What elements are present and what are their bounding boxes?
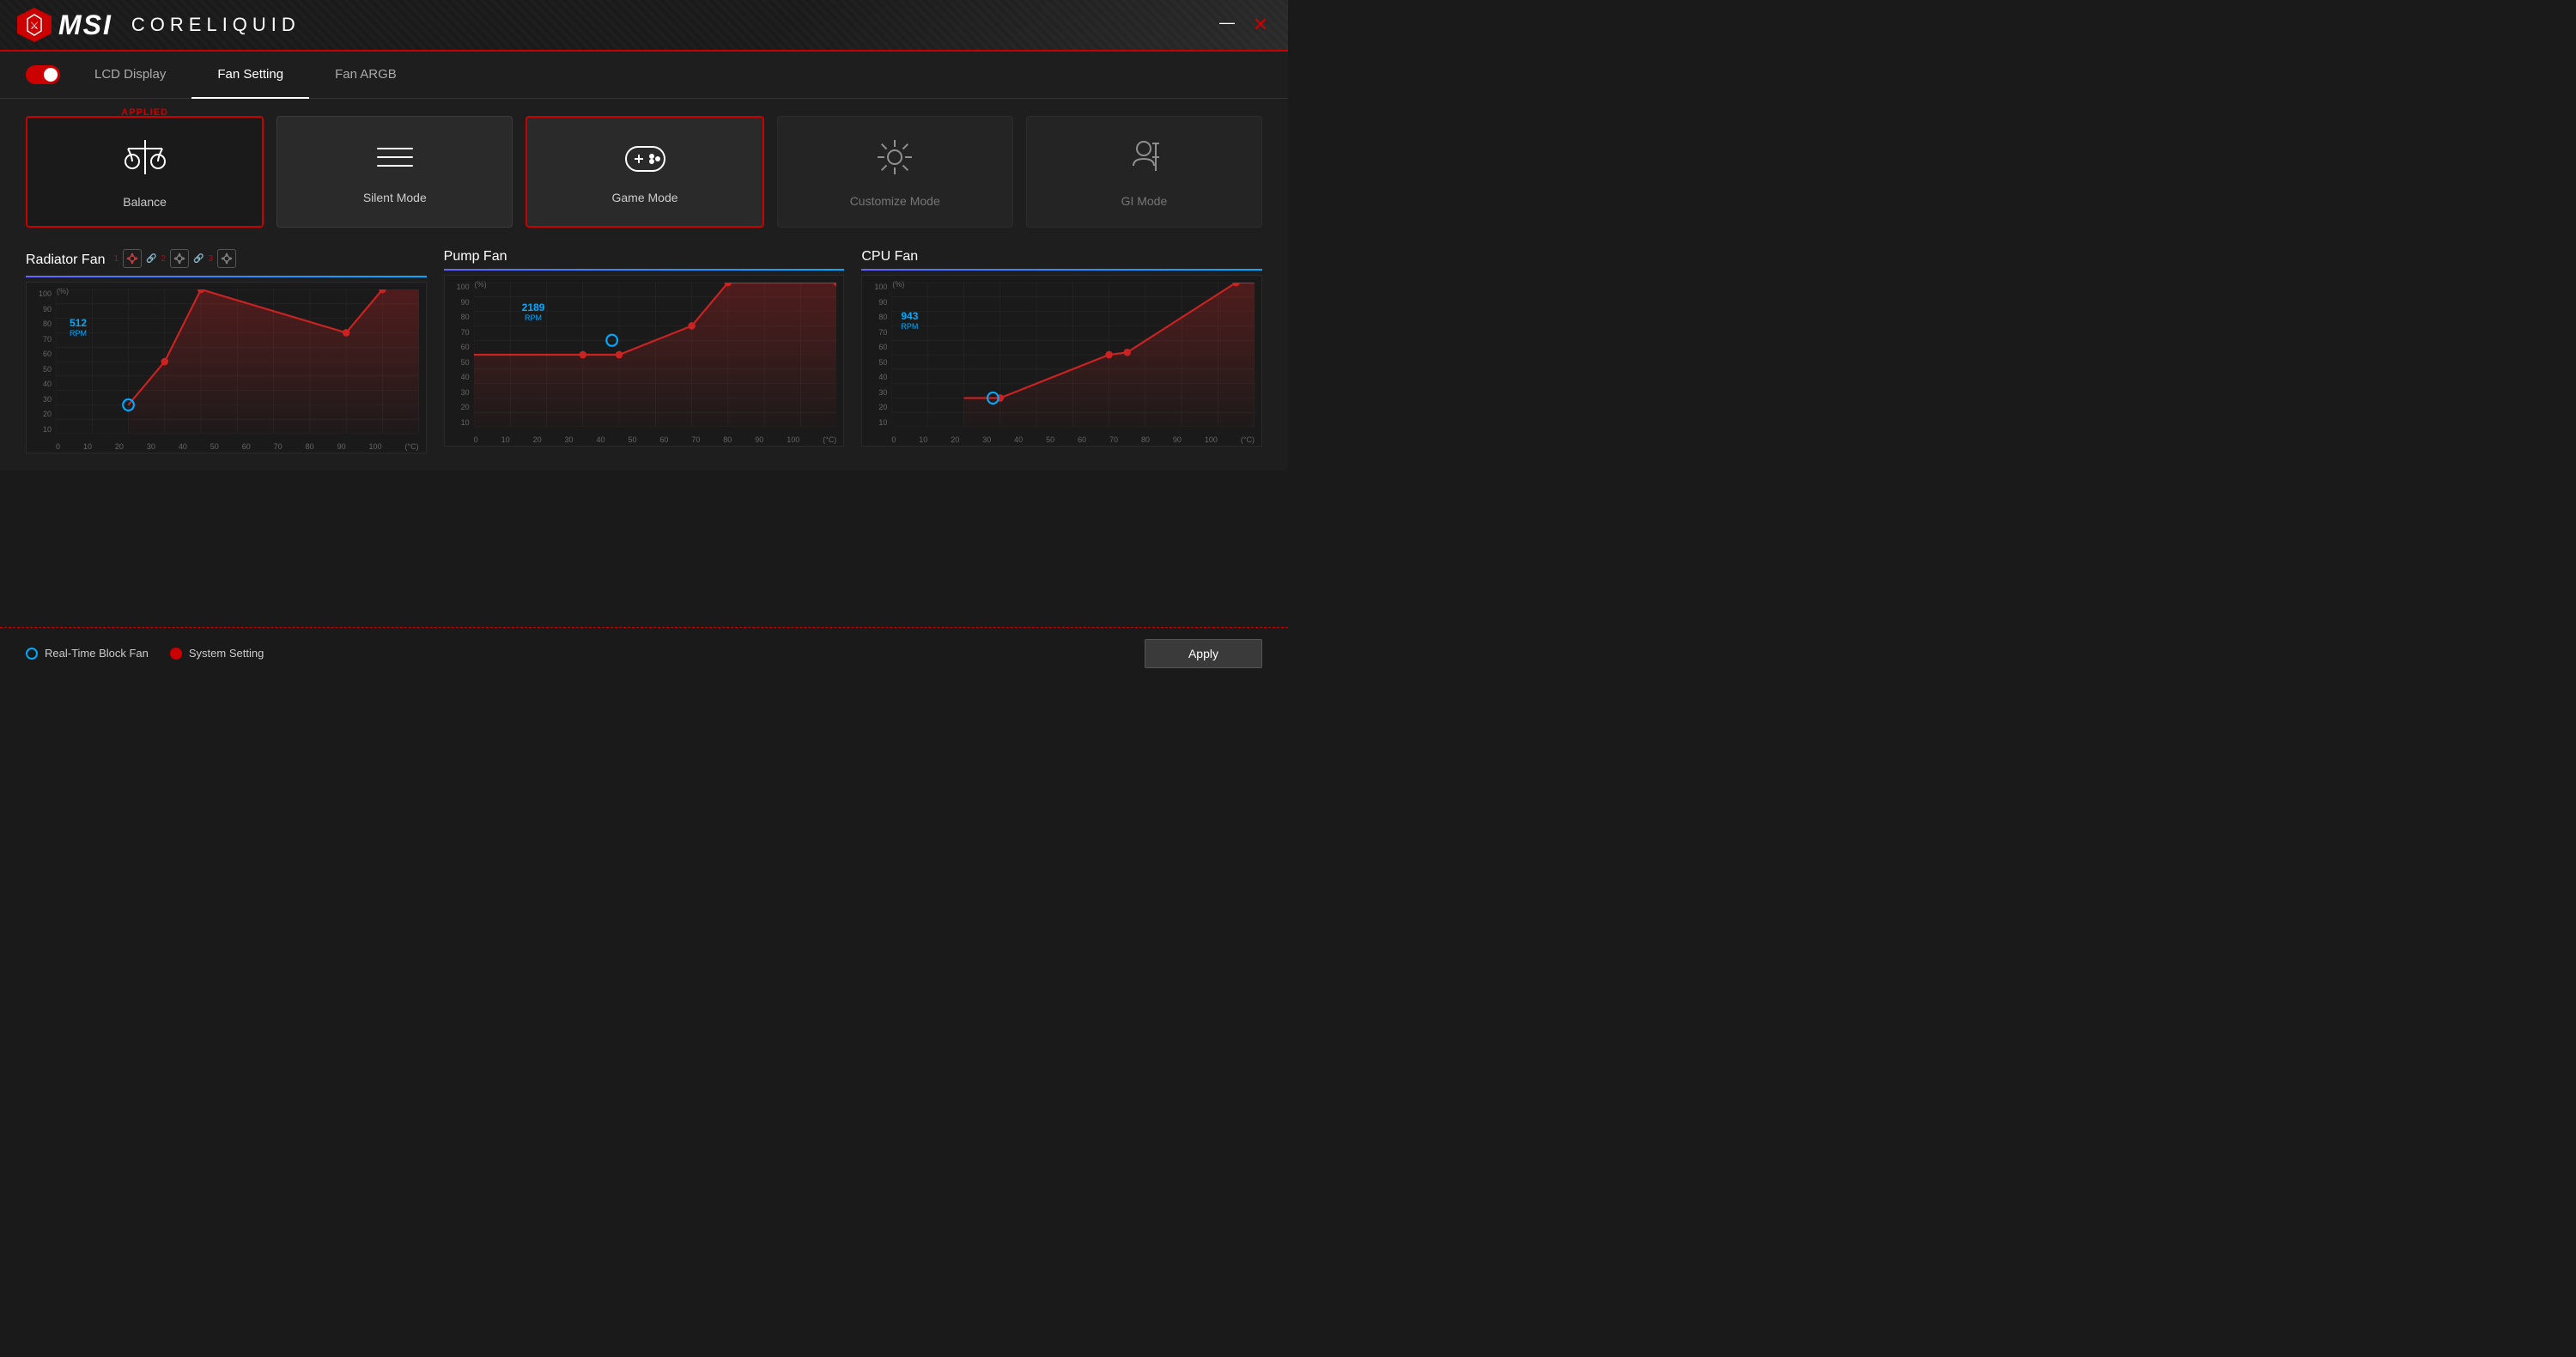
lcd-toggle[interactable] bbox=[26, 65, 60, 84]
close-button[interactable]: ✕ bbox=[1250, 14, 1271, 36]
legend-system: System Setting bbox=[170, 647, 264, 660]
legend-system-label: System Setting bbox=[189, 647, 264, 660]
y-label-20: 20 bbox=[27, 410, 54, 418]
legend-realtime-label: Real-Time Block Fan bbox=[45, 647, 149, 660]
cpu-fan-title: CPU Fan bbox=[861, 249, 1262, 265]
x-label-80: 80 bbox=[306, 442, 314, 451]
x-label-20: 20 bbox=[115, 442, 124, 451]
fan3-icon[interactable] bbox=[217, 249, 236, 268]
pump-fan-title: Pump Fan bbox=[444, 249, 845, 265]
minimize-button[interactable]: — bbox=[1217, 14, 1237, 36]
pump-rpm-value: 2189 bbox=[522, 301, 545, 313]
x-label-60: 60 bbox=[242, 442, 251, 451]
msi-logo: ⚔ MSI bbox=[17, 8, 112, 42]
fan-graphs: Radiator Fan 1 🔗 2 bbox=[26, 249, 1262, 453]
applied-label: APPLIED bbox=[121, 107, 168, 118]
radiator-rpm-tooltip: 512 RPM bbox=[70, 317, 87, 338]
product-name-text: CORELIQUID bbox=[131, 14, 301, 36]
y-label-80: 80 bbox=[27, 319, 54, 328]
fan-section-cpu: CPU Fan (%) 100 90 80 70 60 50 40 30 20 … bbox=[861, 249, 1262, 453]
legend-realtime-icon bbox=[26, 648, 38, 660]
pump-rpm-tooltip: 2189 RPM bbox=[522, 301, 545, 322]
legend-system-icon bbox=[170, 648, 182, 660]
balance-icon bbox=[124, 136, 167, 186]
game-label: Game Mode bbox=[611, 191, 677, 204]
cpu-graph-svg bbox=[891, 283, 1255, 427]
tab-fan-setting[interactable]: Fan Setting bbox=[191, 52, 309, 99]
x-label-100: 100 bbox=[369, 442, 382, 451]
x-label-70: 70 bbox=[274, 442, 283, 451]
gi-icon bbox=[1123, 137, 1164, 186]
title-controls: — ✕ bbox=[1217, 14, 1271, 36]
silent-icon bbox=[374, 140, 416, 182]
legend: Real-Time Block Fan System Setting bbox=[26, 647, 264, 660]
cpu-rpm-tooltip: 943 RPM bbox=[901, 310, 918, 331]
fan-icons-row: 1 🔗 2 bbox=[114, 249, 237, 268]
radiator-fan-line bbox=[26, 276, 427, 277]
fan2-num: 2 bbox=[161, 254, 167, 264]
fan2-link-icon: 🔗 bbox=[193, 254, 204, 264]
y-label-70: 70 bbox=[27, 335, 54, 344]
y-label-30: 30 bbox=[27, 395, 54, 404]
x-label-0: 0 bbox=[56, 442, 60, 451]
y-label-40: 40 bbox=[27, 380, 54, 388]
x-label-90: 90 bbox=[337, 442, 346, 451]
cpu-rpm-unit: RPM bbox=[901, 322, 918, 331]
apply-button[interactable]: Apply bbox=[1145, 639, 1262, 668]
y-label-90: 90 bbox=[27, 305, 54, 313]
legend-realtime: Real-Time Block Fan bbox=[26, 647, 149, 660]
x-label-10: 10 bbox=[83, 442, 92, 451]
pump-fan-graph[interactable]: (%) 100 90 80 70 60 50 40 30 20 10 bbox=[444, 275, 845, 447]
bottom-bar: Real-Time Block Fan System Setting Apply bbox=[0, 627, 1288, 678]
mode-card-silent[interactable]: Silent Mode bbox=[276, 116, 513, 228]
fan1-link-icon: 🔗 bbox=[146, 254, 156, 264]
pump-rpm-unit: RPM bbox=[525, 313, 542, 322]
fan2-icon[interactable] bbox=[170, 249, 189, 268]
y-label-100: 100 bbox=[27, 289, 54, 298]
radiator-rpm-value: 512 bbox=[70, 317, 87, 329]
x-unit: (°C) bbox=[405, 442, 419, 451]
y-label-50: 50 bbox=[27, 365, 54, 374]
cpu-fan-graph[interactable]: (%) 100 90 80 70 60 50 40 30 20 10 bbox=[861, 275, 1262, 447]
title-bar: ⚔ MSI CORELIQUID — ✕ bbox=[0, 0, 1288, 52]
customize-label: Customize Mode bbox=[850, 194, 940, 208]
x-label-50: 50 bbox=[210, 442, 219, 451]
x-label-40: 40 bbox=[179, 442, 187, 451]
mode-cards: APPLIED Balance bbox=[26, 116, 1262, 228]
x-label-30: 30 bbox=[147, 442, 155, 451]
tab-lcd[interactable]: LCD Display bbox=[69, 52, 191, 99]
fan1-icon[interactable] bbox=[123, 249, 142, 268]
title-bar-left: ⚔ MSI CORELIQUID bbox=[17, 8, 301, 42]
dragon-icon: ⚔ bbox=[17, 8, 52, 42]
radiator-graph-svg bbox=[56, 289, 419, 434]
y-label-60: 60 bbox=[27, 350, 54, 358]
svg-text:⚔: ⚔ bbox=[30, 20, 39, 32]
msi-brand-text: MSI bbox=[58, 9, 112, 41]
customize-icon bbox=[874, 137, 915, 186]
cpu-fan-line bbox=[861, 269, 1262, 271]
mode-card-game[interactable]: Game Mode bbox=[526, 116, 763, 228]
game-icon bbox=[622, 140, 669, 182]
fan3-num: 3 bbox=[209, 254, 214, 264]
balance-label: Balance bbox=[123, 195, 167, 209]
tab-fan-argb[interactable]: Fan ARGB bbox=[309, 52, 422, 99]
fan1-num: 1 bbox=[114, 254, 119, 264]
silent-label: Silent Mode bbox=[363, 191, 427, 204]
fan-section-radiator: Radiator Fan 1 🔗 2 bbox=[26, 249, 427, 453]
gi-label: GI Mode bbox=[1121, 194, 1168, 208]
radiator-fan-title: Radiator Fan bbox=[26, 253, 106, 268]
mode-card-balance[interactable]: APPLIED Balance bbox=[26, 116, 264, 228]
mode-card-customize[interactable]: Customize Mode bbox=[777, 116, 1013, 228]
cpu-rpm-value: 943 bbox=[901, 310, 918, 322]
tab-bar: LCD Display Fan Setting Fan ARGB bbox=[0, 52, 1288, 99]
fan-section-pump: Pump Fan (%) 100 90 80 70 60 50 40 30 20… bbox=[444, 249, 845, 453]
main-content: APPLIED Balance bbox=[0, 99, 1288, 471]
y-label-10: 10 bbox=[27, 425, 54, 434]
mode-card-gi[interactable]: GI Mode bbox=[1026, 116, 1262, 228]
pump-fan-line bbox=[444, 269, 845, 271]
radiator-fan-graph[interactable]: (%) 100 90 80 70 60 50 40 30 20 10 bbox=[26, 282, 427, 453]
radiator-rpm-unit: RPM bbox=[70, 329, 87, 338]
